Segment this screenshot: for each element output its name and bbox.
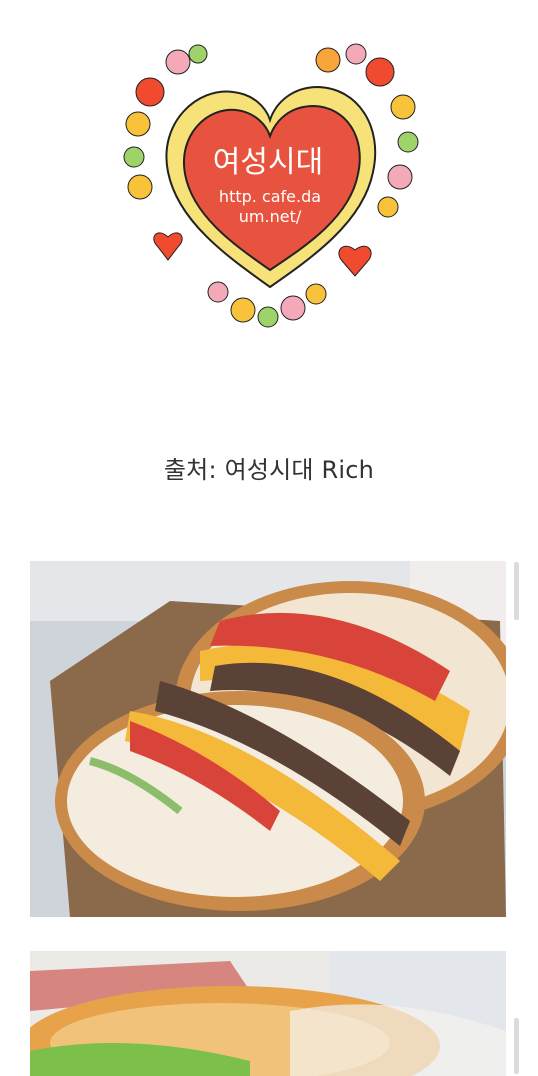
source-caption: 출처: 여성시대 Rich: [163, 456, 375, 484]
logo-title: 여성시대: [213, 145, 323, 180]
logo-url-line1: http. cafe.da: [219, 187, 321, 206]
burger-cross-section-photo[interactable]: [30, 561, 506, 917]
scroll-indicator[interactable]: [514, 562, 519, 620]
cafe-logo: 여성시대 http. cafe.da um.net/: [118, 32, 423, 337]
logo-url-line2: um.net/: [239, 207, 302, 226]
chicken-burger-photo[interactable]: [30, 951, 506, 1076]
scroll-indicator[interactable]: [514, 1018, 519, 1074]
